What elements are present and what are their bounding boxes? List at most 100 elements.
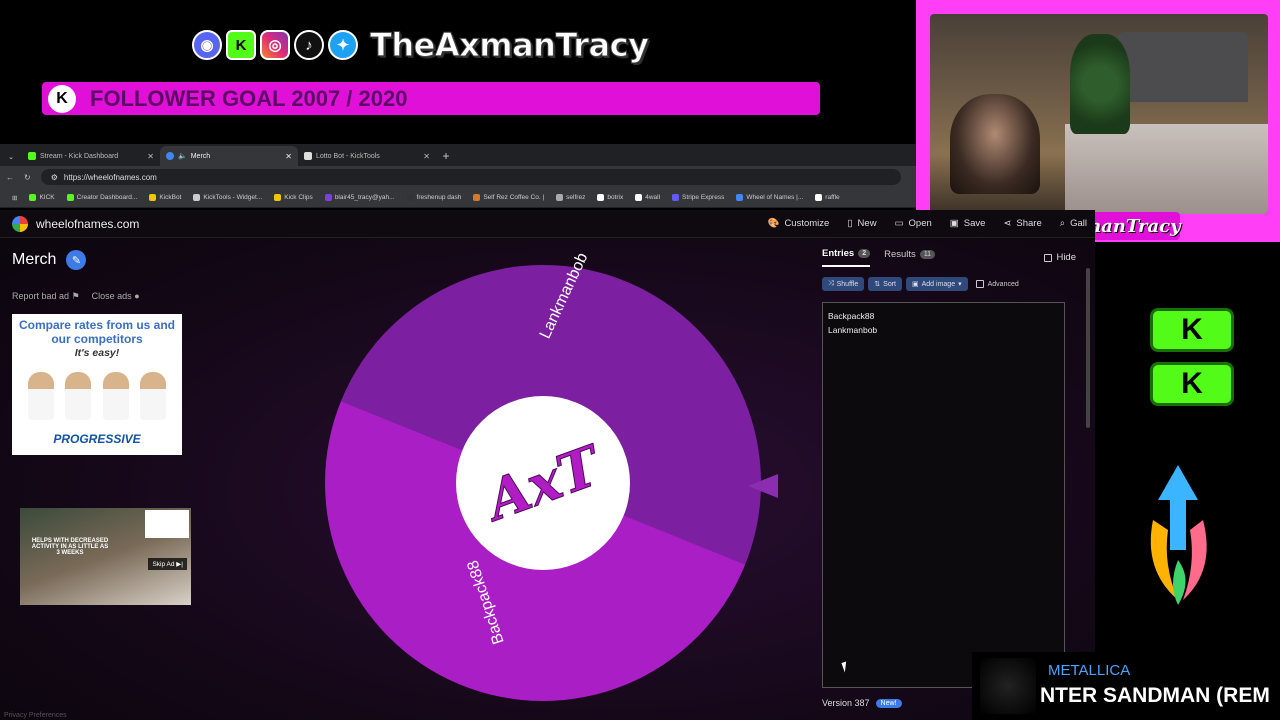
- edit-title-button[interactable]: ✎: [66, 250, 87, 270]
- progressive-ad[interactable]: Compare rates from us and our competitor…: [12, 314, 182, 455]
- tab-label: Stream - Kick Dashboard: [40, 152, 119, 160]
- site-name[interactable]: wheelofnames.com: [36, 217, 139, 231]
- share-icon: ⋖: [1003, 218, 1012, 229]
- kick-logo-icon: K: [48, 84, 76, 113]
- panel-tabs: Entries 2 Results 11 Hide: [814, 238, 1084, 267]
- wheel-center-image[interactable]: AxT: [456, 396, 630, 570]
- url-input[interactable]: ⚙ https://wheelofnames.com: [40, 169, 901, 185]
- address-bar: ← ↻ ⚙ https://wheelofnames.com: [0, 166, 916, 188]
- bookmark-item[interactable]: freshenup dash: [401, 194, 468, 201]
- entry-line: Backpack88: [828, 311, 875, 321]
- entries-panel: Entries 2 Results 11 Hide ⤨ Shuffle ⇅ Sort ▣…: [814, 238, 1090, 720]
- flag-icon: ⚑: [71, 291, 80, 301]
- bookmark-item[interactable]: botrix: [591, 194, 629, 201]
- tab-merch[interactable]: 🔈 Merch ✕: [160, 146, 298, 166]
- ad-thumbnail: [145, 510, 189, 538]
- speaker-icon: 🔈: [178, 153, 187, 160]
- ad-brand: PROGRESSIVE: [53, 432, 141, 446]
- site-info-icon[interactable]: ⚙: [51, 173, 58, 182]
- wheel-segment-label: Backpack88: [464, 558, 508, 647]
- tab-search-icon[interactable]: ⌄: [0, 153, 22, 166]
- nav-save[interactable]: ▣ Save: [950, 218, 986, 229]
- site-navbar: wheelofnames.com 🎨 Customize ▯ New ▭ Open ▣…: [0, 210, 1095, 238]
- image-icon: ▣: [912, 281, 919, 288]
- report-ad-link[interactable]: Report bad ad ⚑: [12, 291, 80, 302]
- hide-checkbox[interactable]: [1044, 253, 1053, 262]
- entry-line: Lankmanbob: [828, 324, 878, 335]
- kick-favicon-icon: [28, 152, 36, 160]
- nav-new[interactable]: ▯ New: [847, 218, 876, 229]
- shuffle-button[interactable]: ⤨ Shuffle: [822, 277, 865, 291]
- kick-logo-large-icon: K K: [1150, 308, 1234, 408]
- instagram-icon: ◎: [260, 30, 290, 60]
- reload-icon[interactable]: ↻: [24, 173, 31, 182]
- back-icon[interactable]: ←: [6, 173, 14, 182]
- apps-icon[interactable]: ⊞: [6, 194, 23, 202]
- bookmark-item[interactable]: selfrez: [550, 194, 591, 201]
- streamer-handle: TheAxmanTracy: [369, 26, 649, 65]
- bookmark-item[interactable]: KICK: [23, 194, 60, 201]
- sort-button[interactable]: ⇅ Sort: [868, 277, 902, 291]
- folder-icon: ▭: [894, 218, 904, 229]
- bookmark-item[interactable]: Self Rez Coffee Co. |: [467, 194, 550, 201]
- add-image-button[interactable]: ▣ Add image ▾: [906, 277, 968, 291]
- bookmarks-bar: ⊞ KICK Creator Dashboard... KickBot Kick…: [0, 188, 916, 208]
- panel-scrollbar[interactable]: [1086, 268, 1090, 428]
- site-logo-icon[interactable]: [12, 215, 28, 232]
- version-text: Version 387: [822, 698, 870, 708]
- ad-subtext: It's easy!: [74, 347, 120, 359]
- close-ads-link[interactable]: Close ads ●: [92, 291, 140, 302]
- privacy-link[interactable]: Privacy Preferences: [4, 712, 67, 719]
- bookmark-item[interactable]: Stripe Express: [666, 194, 730, 201]
- discord-icon: ◉: [192, 30, 222, 60]
- close-icon[interactable]: ✕: [147, 152, 154, 161]
- tab-entries[interactable]: Entries 2: [822, 248, 871, 267]
- bookmark-item[interactable]: blair45_tracy@yah...: [319, 194, 401, 201]
- bookmark-item[interactable]: Creator Dashboard...: [61, 194, 144, 201]
- follower-goal-text: FOLLOWER GOAL 2007 / 2020: [90, 85, 408, 111]
- wheel[interactable]: Lankmanbob Backpack88 AxT: [325, 250, 761, 701]
- advanced-checkbox[interactable]: [975, 280, 984, 288]
- close-icon[interactable]: ✕: [285, 152, 292, 161]
- search-icon: ⌕: [1059, 218, 1066, 229]
- shuffle-icon: ⤨: [828, 280, 834, 287]
- ad-headline: Compare rates from us and our competitor…: [18, 318, 176, 346]
- nav-open[interactable]: ▭ Open: [895, 218, 932, 229]
- follower-goal-bar: K FOLLOWER GOAL 2007 / 2020: [40, 80, 822, 117]
- wheel-segment-label: Lankmanbob: [536, 250, 592, 342]
- wheel-pointer-icon: [748, 474, 778, 498]
- tab-label: Lotto Bot - KickTools: [316, 152, 380, 160]
- wheelofnames-page: wheelofnames.com 🎨 Customize ▯ New ▭ Open ▣…: [0, 210, 1095, 720]
- new-badge[interactable]: New!: [875, 698, 902, 708]
- url-text: https://wheelofnames.com: [63, 172, 157, 182]
- nav-gallery[interactable]: ⌕ Gall: [1060, 218, 1087, 229]
- album-art: [980, 658, 1036, 714]
- tab-results[interactable]: Results 11: [884, 248, 936, 267]
- tab-bar: ⌄ Stream - Kick Dashboard ✕ 🔈 Merch ✕ Lo…: [0, 144, 916, 166]
- bookmark-item[interactable]: raffle: [809, 194, 845, 201]
- now-playing-song: NTER SANDMAN (REM: [1040, 684, 1270, 707]
- bookmark-item[interactable]: 4wall: [629, 194, 666, 201]
- arrows-decoration-icon: [1150, 465, 1207, 605]
- bookmark-item[interactable]: Wheel of Names |...: [730, 194, 809, 201]
- tab-kick-dashboard[interactable]: Stream - Kick Dashboard ✕: [22, 146, 160, 166]
- skip-ad-button[interactable]: Skip Ad ▶|: [148, 558, 187, 570]
- now-playing-artist: METALLICA: [1048, 662, 1131, 679]
- bookmark-item[interactable]: Kick Clips: [268, 194, 319, 201]
- advanced-toggle[interactable]: Advanced: [975, 280, 1019, 288]
- wheel-title: Merch ✎: [12, 250, 87, 270]
- entries-textarea[interactable]: Backpack88 Lankmanbob: [822, 302, 1065, 688]
- bookmark-item[interactable]: KickTools - Widget...: [187, 194, 268, 201]
- tab-lotto-bot[interactable]: Lotto Bot - KickTools ✕: [298, 146, 436, 166]
- wheel-disc[interactable]: Lankmanbob Backpack88 AxT: [325, 250, 761, 701]
- new-tab-button[interactable]: +: [436, 149, 456, 166]
- nav-customize[interactable]: 🎨 Customize: [768, 218, 830, 229]
- version-info: Version 387 New!: [822, 698, 902, 708]
- close-circle-icon: ●: [134, 291, 140, 301]
- palette-icon: 🎨: [767, 218, 780, 229]
- bookmark-item[interactable]: KickBot: [143, 194, 187, 201]
- nav-share[interactable]: ⋖ Share: [1003, 218, 1041, 229]
- video-ad[interactable]: HELPS WITH DECREASED ACTIVITY IN AS LITT…: [20, 508, 191, 605]
- hide-toggle[interactable]: Hide: [1044, 248, 1076, 267]
- close-icon[interactable]: ✕: [423, 152, 430, 161]
